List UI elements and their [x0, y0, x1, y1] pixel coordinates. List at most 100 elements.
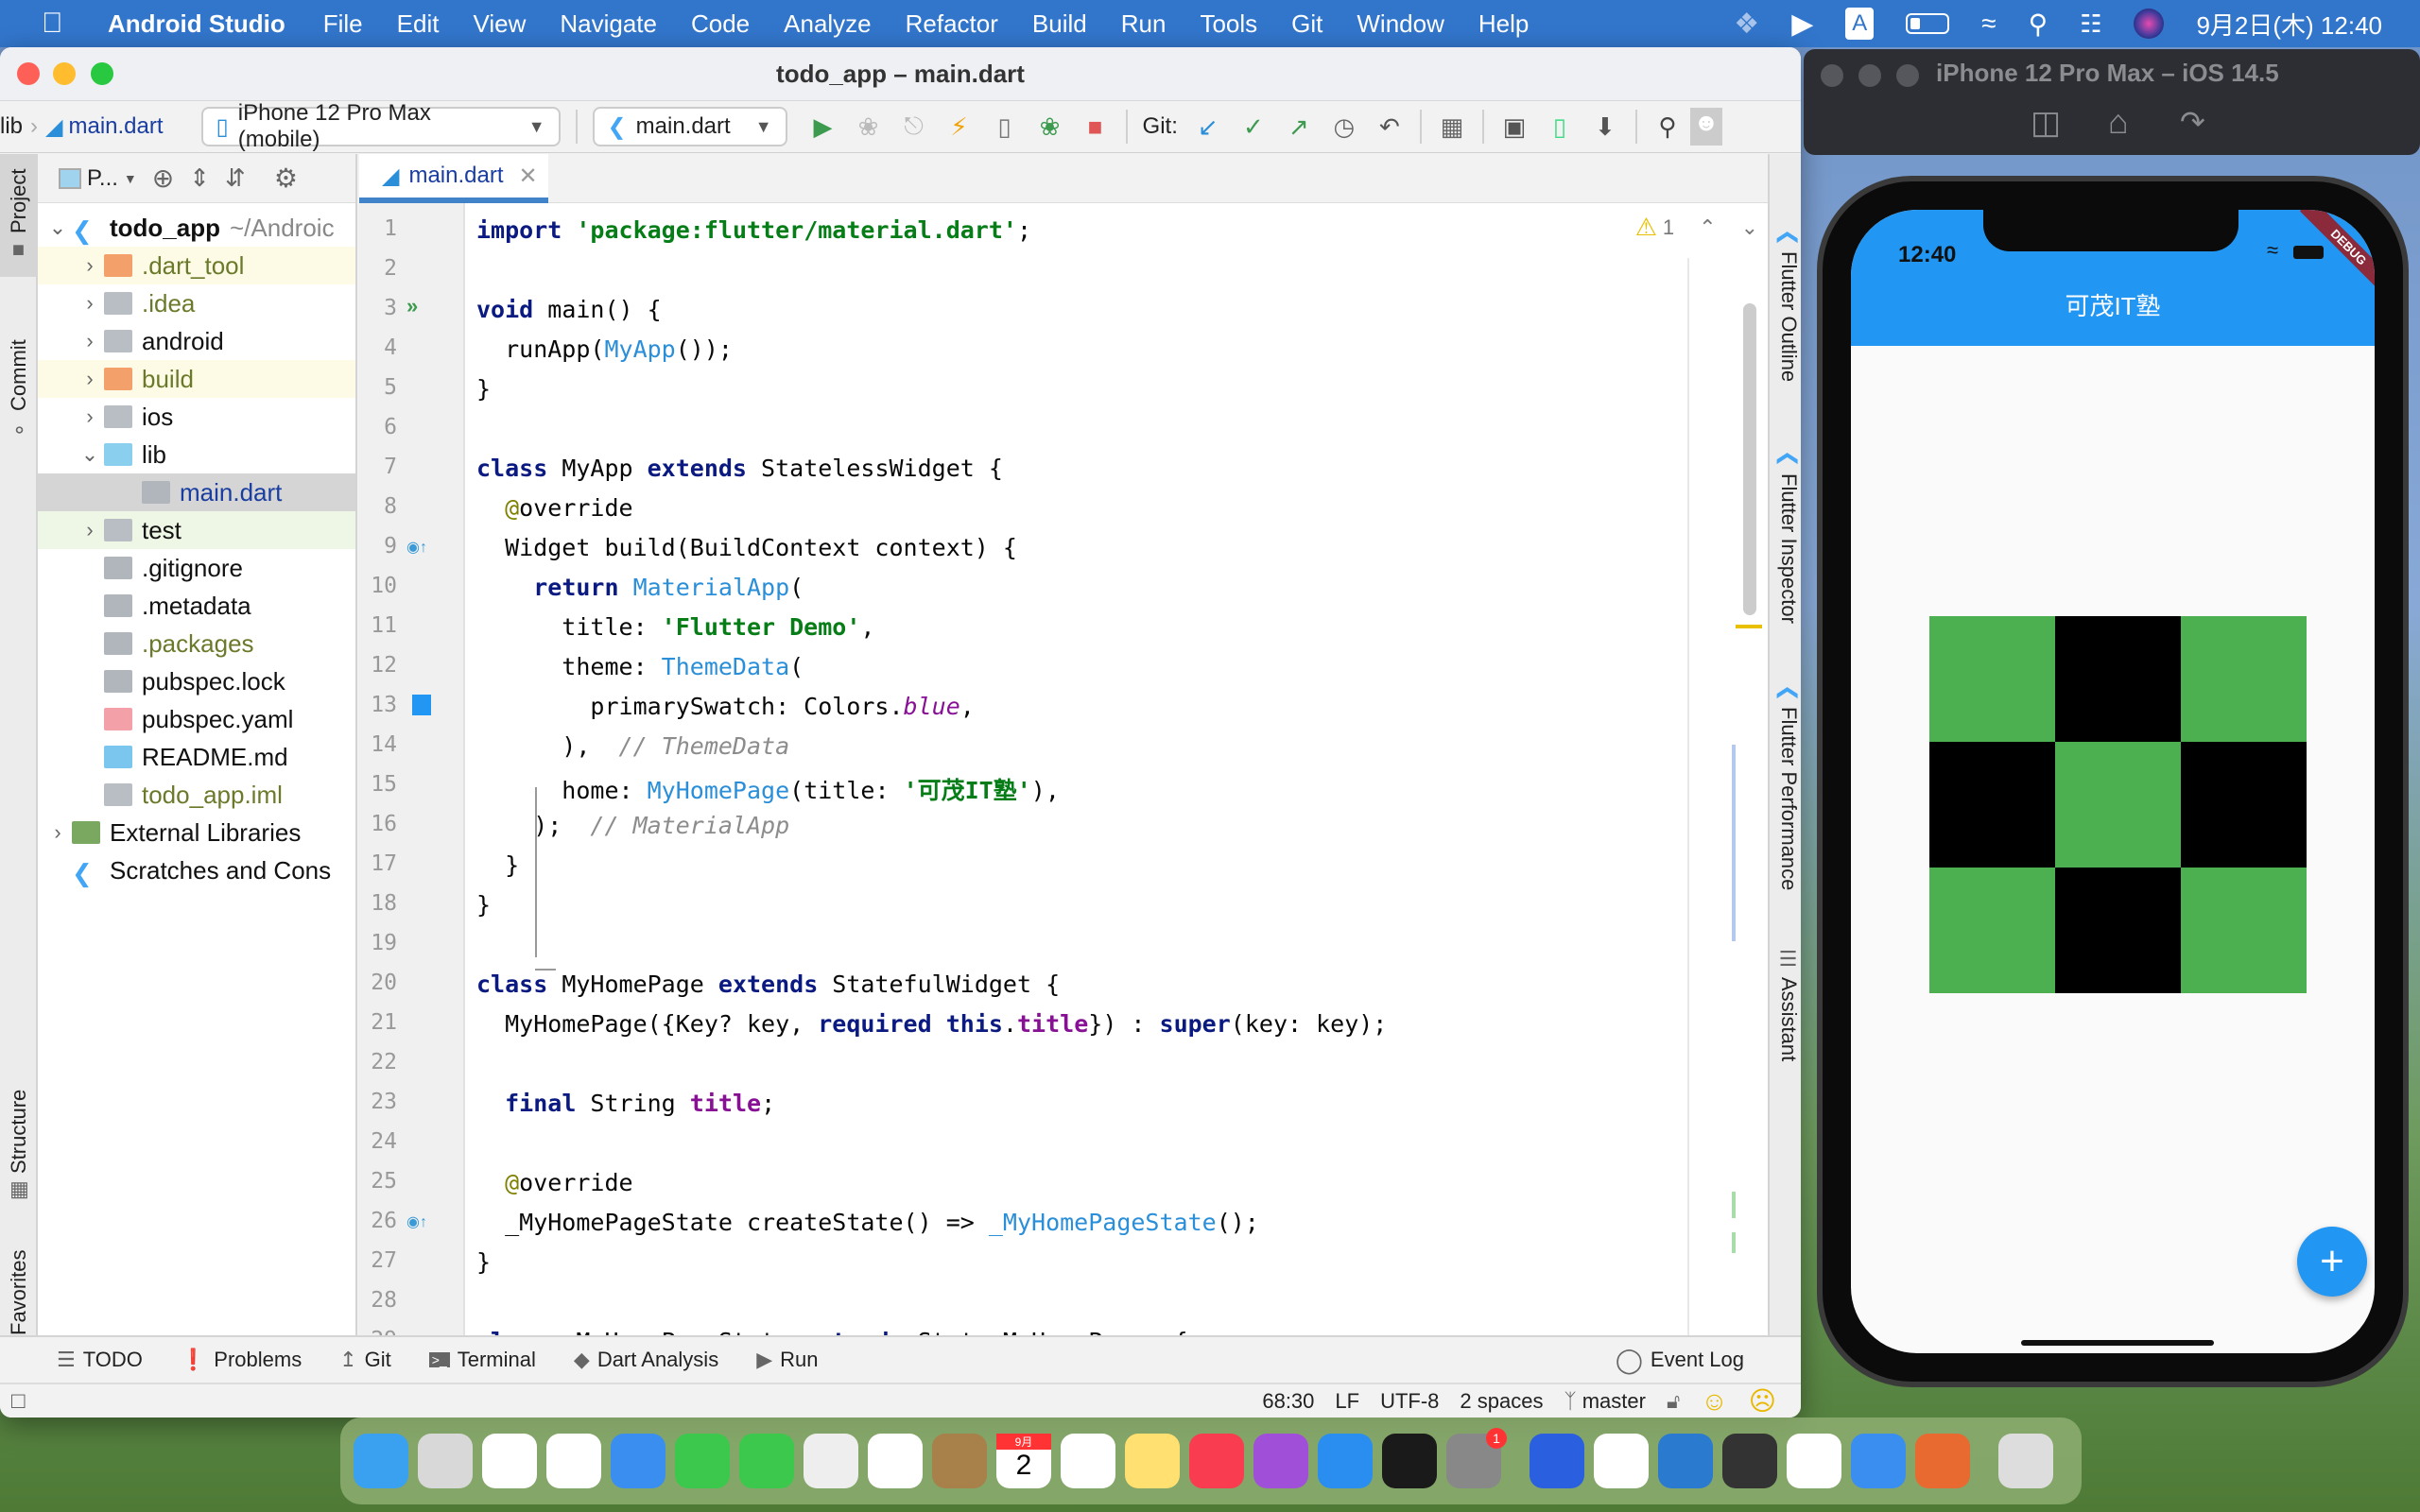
- play-circle-icon[interactable]: ▶︎: [1791, 8, 1813, 41]
- avd-manager-icon[interactable]: ▯: [1537, 112, 1582, 142]
- dock-app-reminders[interactable]: [1061, 1434, 1115, 1488]
- sdk-manager-icon[interactable]: ⬇: [1582, 112, 1628, 142]
- code-line[interactable]: title: 'Flutter Demo',: [476, 613, 874, 641]
- dock-app-podcasts[interactable]: [1253, 1434, 1308, 1488]
- code-area[interactable]: import 'package:flutter/material.dart'; v…: [359, 203, 1702, 1383]
- stop-icon[interactable]: ■: [1073, 112, 1118, 142]
- spotlight-search-icon[interactable]: ⚲: [2029, 9, 2048, 40]
- tree-item[interactable]: › .idea: [38, 284, 355, 322]
- menu-code[interactable]: Code: [691, 9, 750, 39]
- close-tab-icon[interactable]: ✕: [519, 163, 538, 190]
- wifi-icon[interactable]: ≈: [1981, 9, 1996, 39]
- previous-highlight-icon[interactable]: ⌃: [1699, 215, 1716, 240]
- tree-item[interactable]: › build: [38, 360, 355, 398]
- hot-restart-icon[interactable]: ▯: [982, 112, 1028, 142]
- tool-tab-flutter-outline[interactable]: ❮ Flutter Outline: [1770, 220, 1801, 390]
- tree-item[interactable]: ⌄ lib: [38, 436, 355, 473]
- expand-all-icon[interactable]: ⇕: [189, 163, 210, 193]
- dock-app-android-studio[interactable]: [1787, 1434, 1841, 1488]
- code-line[interactable]: _MyHomePageState createState() => _MyHom…: [476, 1209, 1259, 1236]
- tree-item[interactable]: main.dart: [38, 473, 355, 511]
- code-line[interactable]: runApp(MyApp());: [476, 335, 733, 363]
- minimize-window-button[interactable]: [53, 62, 76, 85]
- menu-window[interactable]: Window: [1357, 9, 1443, 39]
- next-highlight-icon[interactable]: ⌄: [1741, 215, 1758, 240]
- tree-item[interactable]: .gitignore: [38, 549, 355, 587]
- chevron-right-icon[interactable]: ›: [76, 404, 104, 429]
- code-line[interactable]: ), // ThemeData: [476, 732, 789, 760]
- dock-app-ubuntu[interactable]: [1915, 1434, 1970, 1488]
- dock-app-calendar[interactable]: 9月 2: [996, 1434, 1051, 1488]
- breadcrumb-lib[interactable]: lib: [0, 113, 23, 140]
- sad-feedback-icon[interactable]: ☹: [1749, 1385, 1776, 1417]
- dock-app-photos[interactable]: [868, 1434, 923, 1488]
- code-line[interactable]: @override: [476, 1169, 632, 1196]
- project-view-selector[interactable]: P... ▼: [59, 165, 137, 192]
- tool-tab-structure[interactable]: ▦ Structure: [0, 1080, 38, 1212]
- menu-git[interactable]: Git: [1291, 9, 1322, 39]
- sim-minimize-button[interactable]: [1858, 64, 1881, 87]
- project-structure-icon[interactable]: ▦: [1429, 112, 1475, 142]
- history-icon[interactable]: ◷: [1322, 112, 1367, 142]
- dock-app-system-preferences[interactable]: 1: [1446, 1428, 1507, 1488]
- attach-debugger-icon[interactable]: ❀: [1028, 112, 1073, 142]
- run-icon[interactable]: ▶: [801, 112, 846, 142]
- indent-setting[interactable]: 2 spaces: [1460, 1389, 1543, 1414]
- dock-app-slack[interactable]: [1594, 1434, 1649, 1488]
- tool-tab-flutter-performance[interactable]: ❮ Flutter Performance: [1770, 674, 1801, 901]
- toggle-tool-windows-icon[interactable]: □: [11, 1388, 26, 1415]
- zoom-window-button[interactable]: [91, 62, 113, 85]
- menu-app-name[interactable]: Android Studio: [108, 9, 285, 39]
- code-line[interactable]: Widget build(BuildContext context) {: [476, 534, 1017, 561]
- dock-app-mail[interactable]: [611, 1434, 666, 1488]
- tree-item[interactable]: ❮ Scratches and Cons: [38, 851, 355, 889]
- code-line[interactable]: }: [476, 891, 491, 919]
- hot-reload-icon[interactable]: ⚡: [937, 112, 982, 142]
- chevron-right-icon[interactable]: ›: [76, 518, 104, 542]
- collapse-all-icon[interactable]: ⇵: [225, 163, 246, 193]
- tool-tab-commit[interactable]: ⚬ Commit: [0, 334, 38, 447]
- line-separator[interactable]: LF: [1335, 1389, 1359, 1414]
- menu-refactor[interactable]: Refactor: [906, 9, 998, 39]
- code-line[interactable]: }: [476, 375, 491, 403]
- fab-add-button[interactable]: +: [2297, 1227, 2367, 1297]
- input-method-icon[interactable]: A: [1845, 8, 1875, 40]
- locate-file-icon[interactable]: ⊕: [152, 163, 174, 194]
- tool-tab-dart-analysis[interactable]: ◆ Dart Analysis: [574, 1348, 718, 1372]
- dock-app-activity-monitor[interactable]: [1722, 1434, 1777, 1488]
- close-window-button[interactable]: [17, 62, 40, 85]
- run-config-selector[interactable]: ❮ main.dart ▼: [592, 107, 787, 146]
- menu-file[interactable]: File: [323, 9, 363, 39]
- menu-view[interactable]: View: [473, 9, 526, 39]
- home-icon[interactable]: ⌂: [2108, 102, 2129, 142]
- code-line[interactable]: final String title;: [476, 1090, 775, 1117]
- menu-edit[interactable]: Edit: [397, 9, 440, 39]
- code-line[interactable]: @override: [476, 494, 632, 522]
- dock-app-maps[interactable]: [804, 1434, 858, 1488]
- settings-gear-icon[interactable]: ⚙: [274, 163, 298, 194]
- tree-item[interactable]: › External Libraries: [38, 814, 355, 851]
- tool-tab-terminal[interactable]: >_ Terminal: [428, 1348, 536, 1372]
- code-line[interactable]: void main() {: [476, 296, 662, 323]
- dock-app-launchpad[interactable]: [418, 1434, 473, 1488]
- git-update-icon[interactable]: ↙: [1185, 112, 1231, 142]
- chevron-down-icon[interactable]: ⌄: [43, 215, 72, 240]
- tree-item[interactable]: .packages: [38, 625, 355, 662]
- tree-item[interactable]: ⌄ ❮ todo_app ~/Androic: [38, 209, 355, 247]
- screenshot-icon[interactable]: ◫: [2031, 104, 2061, 142]
- menu-analyze[interactable]: Analyze: [784, 9, 872, 39]
- tree-item[interactable]: pubspec.yaml: [38, 700, 355, 738]
- tool-tab-flutter-inspector[interactable]: ❮ Flutter Inspector: [1770, 438, 1801, 636]
- git-commit-icon[interactable]: ✓: [1231, 112, 1276, 142]
- editor-tab-main-dart[interactable]: ◢ main.dart ✕: [359, 154, 548, 203]
- tree-item[interactable]: todo_app.iml: [38, 776, 355, 814]
- git-branch[interactable]: ᛉ master: [1564, 1389, 1645, 1414]
- tree-item[interactable]: README.md: [38, 738, 355, 776]
- dock-app-trash[interactable]: [1998, 1434, 2053, 1488]
- device-selector[interactable]: ▯ iPhone 12 Pro Max (mobile) ▼: [200, 100, 561, 152]
- happy-feedback-icon[interactable]: ☺: [1701, 1386, 1728, 1417]
- rotate-icon[interactable]: ↷: [2180, 104, 2205, 140]
- chevron-down-icon[interactable]: ⌄: [76, 442, 104, 467]
- dock-app-facetime[interactable]: [675, 1434, 730, 1488]
- rollback-icon[interactable]: ↶: [1367, 112, 1412, 142]
